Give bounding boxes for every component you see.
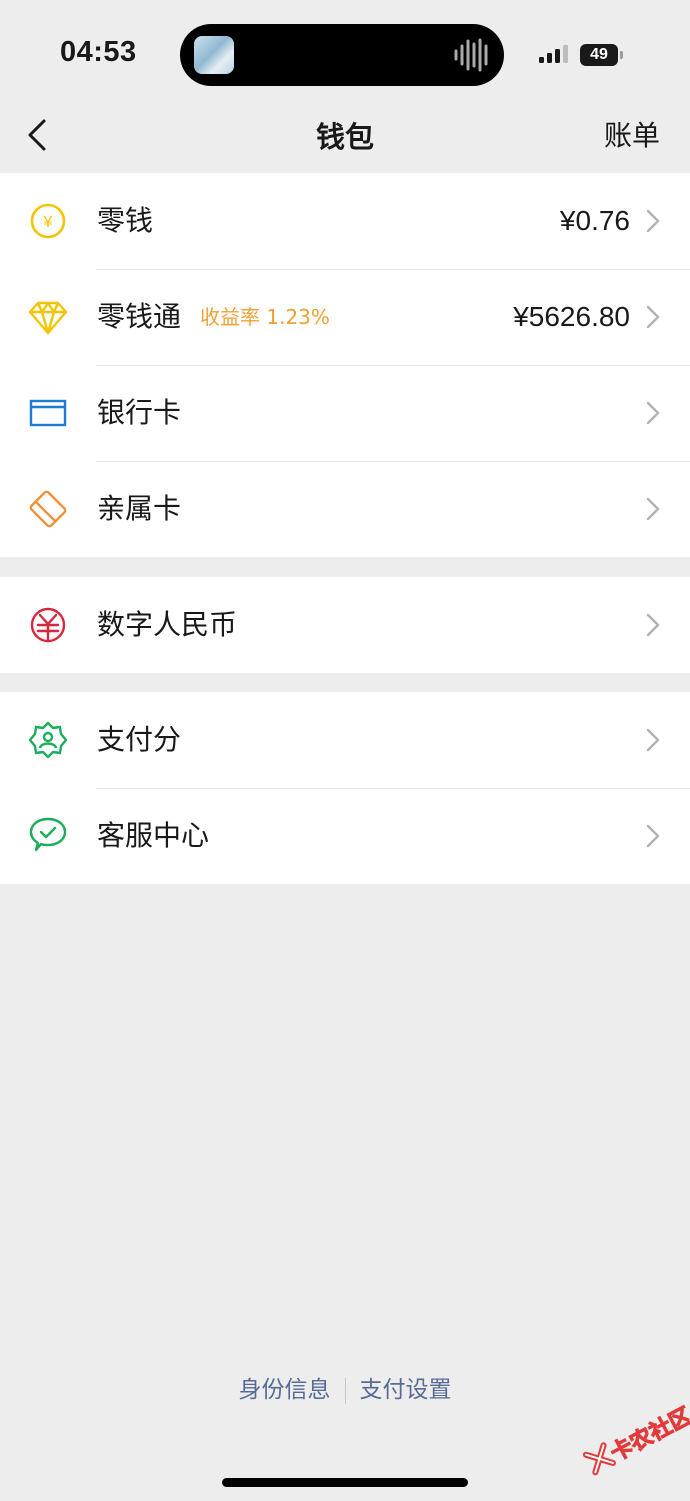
lingqiantong-label: 零钱通	[97, 300, 182, 333]
family-card-label: 亲属卡	[97, 492, 182, 525]
navigation-bar: 钱包 账单	[0, 100, 690, 172]
yuan-coin-icon: ¥	[30, 203, 66, 239]
pay-score-icon	[28, 721, 68, 759]
bank-card-row[interactable]: 银行卡	[0, 365, 690, 461]
bill-button[interactable]: 账单	[604, 114, 660, 154]
audio-waveform-icon	[454, 38, 488, 72]
digital-rmb-label: 数字人民币	[97, 608, 238, 641]
chevron-right-icon	[646, 209, 660, 233]
pay-score-label: 支付分	[97, 723, 182, 756]
digital-rmb-group: 数字人民币	[0, 577, 690, 673]
page-title: 钱包	[315, 120, 374, 154]
footer-links: 身份信息 支付设置	[0, 1370, 690, 1404]
change-label: 零钱	[97, 204, 154, 237]
battery-level: 49	[580, 44, 618, 66]
digital-rmb-row[interactable]: 数字人民币	[0, 577, 690, 673]
digital-rmb-icon	[30, 607, 66, 643]
payment-settings-link[interactable]: 支付设置	[346, 1370, 466, 1404]
yield-rate-badge: 收益率 1.23%	[200, 305, 330, 329]
chevron-right-icon	[646, 728, 660, 752]
bank-card-label: 银行卡	[97, 396, 182, 429]
status-bar: 04:53 49	[0, 0, 690, 100]
cellular-signal-icon	[539, 45, 568, 63]
change-balance: ¥0.76	[559, 205, 630, 236]
chevron-right-icon	[646, 401, 660, 425]
chevron-right-icon	[646, 613, 660, 637]
status-time: 04:53	[60, 36, 137, 68]
diamond-icon	[28, 301, 68, 335]
customer-service-label: 客服中心	[97, 819, 210, 852]
wallet-balance-group: ¥ 零钱 ¥0.76 零钱通 收益率 1.23% ¥5626.80 银行卡 亲属…	[0, 173, 690, 557]
pay-score-row[interactable]: 支付分	[0, 692, 690, 788]
family-card-row[interactable]: 亲属卡	[0, 461, 690, 557]
chevron-right-icon	[646, 824, 660, 848]
lingqiantong-balance: ¥5626.80	[513, 301, 630, 332]
chevron-right-icon	[646, 497, 660, 521]
lingqiantong-row[interactable]: 零钱通 收益率 1.23% ¥5626.80	[0, 269, 690, 365]
family-card-icon	[29, 490, 67, 528]
chevron-right-icon	[646, 305, 660, 329]
customer-service-icon	[29, 817, 67, 852]
home-indicator[interactable]	[222, 1478, 468, 1487]
bank-card-icon	[29, 399, 67, 427]
svg-text:¥: ¥	[43, 214, 53, 231]
album-art-thumbnail	[194, 36, 234, 74]
dynamic-island[interactable]	[180, 24, 504, 86]
identity-info-link[interactable]: 身份信息	[225, 1370, 345, 1404]
change-row[interactable]: ¥ 零钱 ¥0.76	[0, 173, 690, 269]
services-group: 支付分 客服中心	[0, 692, 690, 884]
battery-icon: 49	[580, 44, 624, 66]
customer-service-row[interactable]: 客服中心	[0, 788, 690, 884]
watermark-text: 卡农社区	[606, 1403, 690, 1467]
